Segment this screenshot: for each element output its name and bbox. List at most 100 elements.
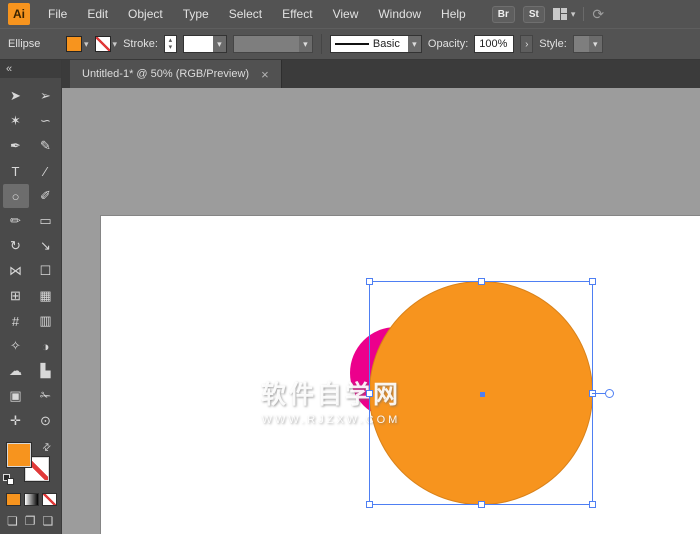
free-transform-tool[interactable]: ☐ xyxy=(33,259,59,283)
line-segment-tool[interactable]: ∕ xyxy=(33,159,59,183)
draw-inside-mode-icon: ❑ xyxy=(43,514,54,528)
selection-tool[interactable]: ➤ xyxy=(3,84,29,108)
draw-inside-mode-button[interactable]: ❑ xyxy=(41,513,56,529)
zoom-tool[interactable]: ⊙ xyxy=(33,409,59,433)
color-mode-buttons xyxy=(0,493,61,506)
stroke-none-swatch[interactable] xyxy=(95,36,111,52)
stock-button[interactable]: St xyxy=(523,6,545,23)
column-graph-tool[interactable]: ▙ xyxy=(33,359,59,383)
close-icon[interactable]: × xyxy=(261,68,269,81)
pencil-tool[interactable]: ✏ xyxy=(3,209,29,233)
selection-handle-se[interactable] xyxy=(589,501,596,508)
chevron-down-icon[interactable]: ▾ xyxy=(589,36,602,52)
selection-center-anchor[interactable] xyxy=(480,392,485,397)
stroke-weight-dropdown[interactable]: ▾ xyxy=(183,35,227,53)
stroke-weight-stepper[interactable]: ▴ ▾ xyxy=(164,35,177,53)
selection-handle-n[interactable] xyxy=(478,278,485,285)
artboard-tool[interactable]: ▣ xyxy=(3,384,29,408)
workspace-switcher[interactable]: ▾ xyxy=(553,8,576,20)
variable-width-profile-dropdown[interactable]: ▾ xyxy=(233,35,313,53)
chevron-down-icon[interactable]: ▾ xyxy=(84,39,89,50)
menu-item-edit[interactable]: Edit xyxy=(77,0,118,28)
opacity-label: Opacity: xyxy=(428,38,468,50)
curvature-tool[interactable]: ✎ xyxy=(33,134,59,158)
menu-item-select[interactable]: Select xyxy=(219,0,272,28)
scale-tool[interactable]: ↘ xyxy=(33,234,59,258)
collapse-panel-icon[interactable]: « xyxy=(0,60,61,78)
selection-handle-s[interactable] xyxy=(478,501,485,508)
ellipse-tool[interactable]: ○ xyxy=(3,184,29,208)
menu-item-window[interactable]: Window xyxy=(368,0,431,28)
scale-icon: ↘ xyxy=(40,238,51,254)
draw-behind-mode-icon: ❐ xyxy=(25,514,36,528)
selection-handle-ne[interactable] xyxy=(589,278,596,285)
shape-builder-tool[interactable]: ⊞ xyxy=(3,284,29,308)
mesh-tool[interactable]: # xyxy=(3,309,29,333)
symbol-sprayer-tool[interactable]: ☁ xyxy=(3,359,29,383)
fill-indicator[interactable] xyxy=(7,443,31,467)
direct-selection-tool[interactable]: ➢ xyxy=(33,84,59,108)
sync-icon[interactable]: ⟳ xyxy=(592,6,604,23)
rotate-tool[interactable]: ↻ xyxy=(3,234,29,258)
menu-item-object[interactable]: Object xyxy=(118,0,173,28)
none-button[interactable] xyxy=(42,493,57,506)
slice-tool[interactable]: ✁ xyxy=(33,384,59,408)
brush-definition-dropdown[interactable]: Basic ▾ xyxy=(330,35,422,53)
workspace-layout-icon xyxy=(553,8,567,20)
main-area: « ➤➢ ✶ ∽✒✎T∕○✐✏▭↻ ↘ ⋈ ☐⊞▦#▥✧◑☁▙ ▣ ✁✛⊙ ⇄ ❏ ❐ ❑ Unt… xyxy=(0,60,700,534)
perspective-grid-tool[interactable]: ▦ xyxy=(33,284,59,308)
chevron-down-icon[interactable]: ▾ xyxy=(408,36,421,52)
draw-behind-mode-button[interactable]: ❐ xyxy=(23,513,38,529)
default-fill-stroke-icon[interactable] xyxy=(3,474,17,486)
stroke-color-control[interactable]: ▾ xyxy=(95,36,118,52)
pen-tool[interactable]: ✒ xyxy=(3,134,29,158)
chevron-down-icon[interactable]: ▾ xyxy=(113,39,118,50)
paintbrush-tool[interactable]: ✐ xyxy=(33,184,59,208)
menu-item-help[interactable]: Help xyxy=(431,0,476,28)
artboard-icon: ▣ xyxy=(9,388,21,404)
stroke-label: Stroke: xyxy=(123,38,158,50)
draw-normal-mode-button[interactable]: ❏ xyxy=(5,513,20,529)
selection-bounding-box[interactable] xyxy=(369,281,593,505)
active-tool-label: Ellipse xyxy=(8,38,60,50)
blend-tool[interactable]: ◑ xyxy=(33,334,59,358)
rotate-widget-handle[interactable] xyxy=(605,389,614,398)
chevron-down-icon[interactable]: ▾ xyxy=(299,36,312,52)
control-divider xyxy=(321,34,322,54)
menu-item-view[interactable]: View xyxy=(323,0,369,28)
selection-handle-sw[interactable] xyxy=(366,501,373,508)
menubar-divider xyxy=(583,7,584,21)
type-tool[interactable]: T xyxy=(3,159,29,183)
style-dropdown[interactable]: ▾ xyxy=(573,35,603,53)
eyedropper-tool[interactable]: ✧ xyxy=(3,334,29,358)
menu-item-type[interactable]: Type xyxy=(173,0,219,28)
width-icon: ⋈ xyxy=(9,263,22,279)
stepper-down-icon[interactable]: ▾ xyxy=(169,44,173,51)
chevron-down-icon[interactable]: ▾ xyxy=(213,36,226,52)
eraser-tool[interactable]: ▭ xyxy=(33,209,59,233)
menu-item-file[interactable]: File xyxy=(38,0,77,28)
stepper-up-icon[interactable]: ▴ xyxy=(169,37,173,44)
app-logo[interactable]: Ai xyxy=(8,3,30,25)
menu-item-effect[interactable]: Effect xyxy=(272,0,322,28)
chevron-down-icon: ▾ xyxy=(571,9,576,20)
hand-tool[interactable]: ✛ xyxy=(3,409,29,433)
swap-fill-stroke-icon[interactable]: ⇄ xyxy=(40,441,54,455)
fill-swatch[interactable] xyxy=(66,36,82,52)
tab-strip: Untitled-1* @ 50% (RGB/Preview) × xyxy=(62,60,700,88)
canvas[interactable]: 软件自学网 WWW.RJZXW.COM xyxy=(62,88,700,534)
width-tool[interactable]: ⋈ xyxy=(3,259,29,283)
bridge-button[interactable]: Br xyxy=(492,6,515,23)
opacity-options-button[interactable]: › xyxy=(520,35,533,53)
selection-handle-w[interactable] xyxy=(366,390,373,397)
gradient-tool[interactable]: ▥ xyxy=(33,309,59,333)
document-tab[interactable]: Untitled-1* @ 50% (RGB/Preview) × xyxy=(70,60,282,88)
selection-handle-nw[interactable] xyxy=(366,278,373,285)
magic-wand-icon: ✶ xyxy=(10,113,21,129)
color-button[interactable] xyxy=(6,493,21,506)
fill-color-control[interactable]: ▾ xyxy=(66,36,89,52)
gradient-button[interactable] xyxy=(24,493,39,506)
lasso-tool[interactable]: ∽ xyxy=(33,109,59,133)
opacity-input[interactable]: 100% xyxy=(474,35,514,53)
magic-wand-tool[interactable]: ✶ xyxy=(3,109,29,133)
